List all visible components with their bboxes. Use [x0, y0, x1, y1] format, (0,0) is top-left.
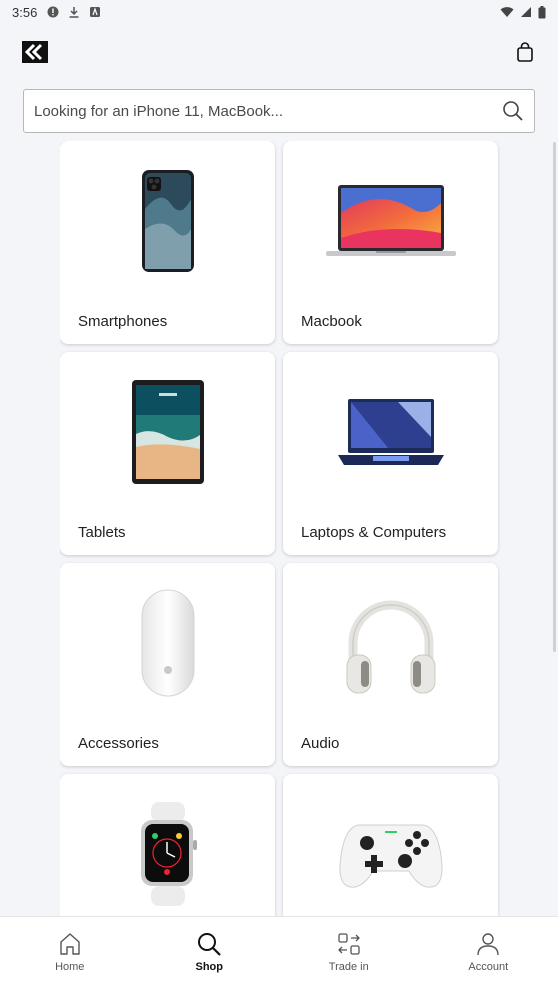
- nav-account[interactable]: Account: [419, 917, 558, 992]
- smartwatch-icon: [140, 802, 197, 906]
- category-label: Laptops & Computers: [301, 524, 447, 541]
- account-icon: [477, 933, 499, 956]
- category-card-accessories[interactable]: Accessories: [60, 563, 275, 766]
- category-card-tablets[interactable]: Tablets: [60, 352, 275, 555]
- nav-trade-in[interactable]: Trade in: [279, 917, 419, 992]
- category-card-gaming[interactable]: [283, 774, 498, 916]
- wifi-icon: [500, 7, 514, 17]
- app-notification-icon: [90, 7, 101, 17]
- category-card-smartphones[interactable]: Smartphones: [60, 141, 275, 344]
- download-icon: [69, 7, 79, 18]
- category-label: Audio: [301, 735, 340, 752]
- smartphone-icon: [141, 170, 194, 272]
- game-controller-icon: [338, 824, 443, 888]
- macbook-icon: [325, 185, 456, 256]
- mouse-icon: [141, 589, 194, 697]
- battery-icon: [538, 5, 546, 18]
- category-card-macbook[interactable]: Macbook: [283, 141, 498, 344]
- scrollbar[interactable]: [553, 142, 556, 652]
- laptop-icon: [337, 399, 444, 465]
- app-header: [0, 38, 558, 66]
- status-time: 3:56: [12, 4, 38, 20]
- signal-icon: [521, 7, 531, 17]
- category-label: Macbook: [301, 313, 362, 330]
- shopping-bag-icon[interactable]: [516, 42, 534, 62]
- category-card-watches[interactable]: [60, 774, 275, 916]
- category-card-laptops[interactable]: Laptops & Computers: [283, 352, 498, 555]
- bottom-nav: Home Shop Trade in Account: [0, 916, 558, 992]
- category-card-audio[interactable]: Audio: [283, 563, 498, 766]
- category-label: Tablets: [78, 524, 126, 541]
- nav-label: Shop: [195, 961, 224, 973]
- search-icon[interactable]: [502, 100, 524, 122]
- category-grid: Smartphones Macbook Tablets Laptops & Co…: [60, 141, 500, 916]
- search-icon: [198, 933, 222, 956]
- trade-in-icon: [337, 933, 360, 955]
- nav-shop[interactable]: Shop: [140, 917, 280, 992]
- nav-label: Account: [468, 961, 509, 973]
- home-icon: [60, 933, 80, 955]
- tablet-icon: [131, 380, 204, 484]
- brand-logo-icon[interactable]: [22, 41, 48, 63]
- nav-home[interactable]: Home: [0, 917, 140, 992]
- nav-label: Home: [55, 961, 85, 973]
- category-label: Accessories: [78, 735, 159, 752]
- search-bar: [23, 89, 535, 133]
- headphones-icon: [346, 600, 435, 694]
- alert-icon: [47, 6, 59, 18]
- status-bar: 3:56: [0, 0, 558, 24]
- nav-label: Trade in: [328, 961, 369, 973]
- search-input[interactable]: [34, 102, 502, 120]
- category-label: Smartphones: [78, 313, 168, 330]
